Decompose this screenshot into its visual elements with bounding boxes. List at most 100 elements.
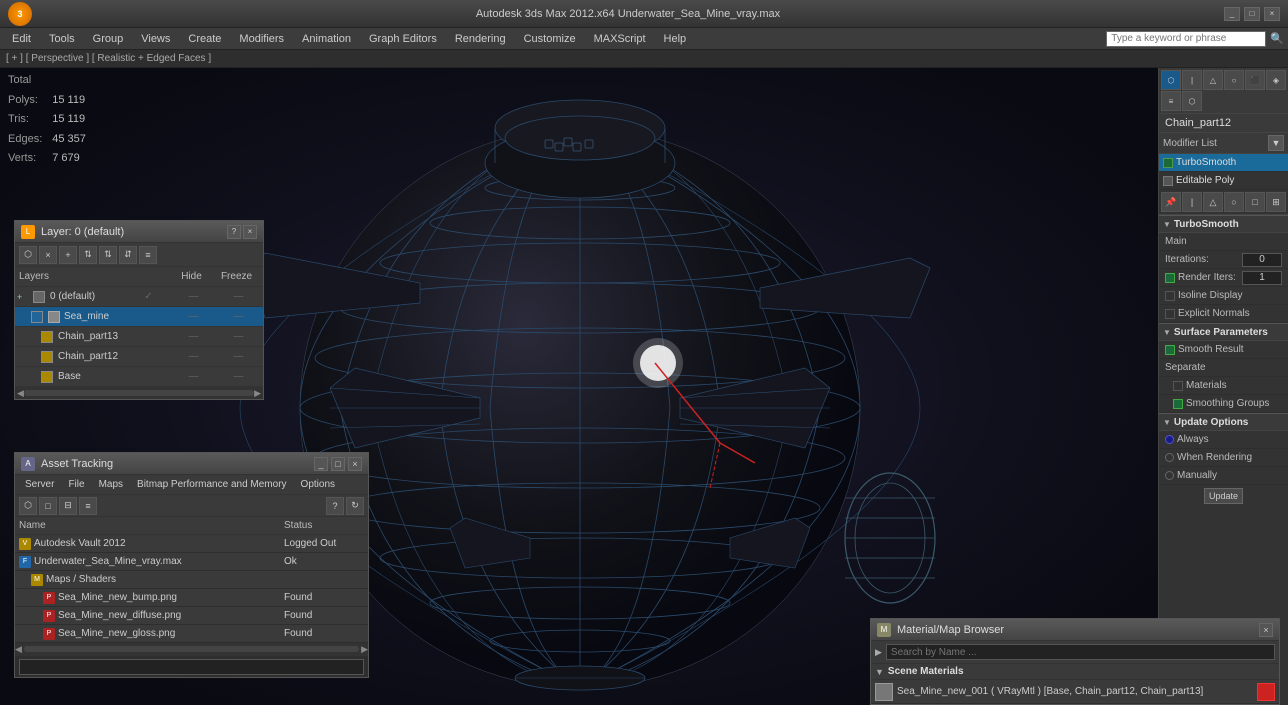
asset-help-btn[interactable]: ? xyxy=(326,497,344,515)
rp-icon-grid[interactable]: ⊞ xyxy=(1266,192,1286,212)
menu-help[interactable]: Help xyxy=(656,31,695,47)
layers-close-btn[interactable]: × xyxy=(243,225,257,239)
search-btn[interactable]: 🔍 xyxy=(1270,32,1284,45)
modifier-list-dropdown[interactable]: ▼ xyxy=(1268,135,1284,151)
rt-btn-4[interactable]: ○ xyxy=(1224,70,1244,90)
mb-search-input[interactable] xyxy=(886,644,1275,660)
menu-edit[interactable]: Edit xyxy=(4,31,39,47)
modifier-row-turbosmooth[interactable]: TurboSmooth xyxy=(1159,154,1288,172)
modifier-row-editable-poly[interactable]: Editable Poly xyxy=(1159,172,1288,190)
asset-scrollbar[interactable]: ◀ ▶ xyxy=(15,643,368,655)
menu-create[interactable]: Create xyxy=(180,31,229,47)
layers-tb-6[interactable]: ⇵ xyxy=(119,246,137,264)
asset-scroll-track[interactable] xyxy=(24,646,359,652)
asset-row-bump[interactable]: P Sea_Mine_new_bump.png Found xyxy=(15,589,368,607)
maximize-btn[interactable]: □ xyxy=(1244,7,1260,21)
rt-btn-3[interactable]: △ xyxy=(1203,70,1223,90)
rp-icon-v[interactable]: | xyxy=(1182,192,1202,212)
asset-tb-1[interactable]: ⬡ xyxy=(19,497,37,515)
asset-menu-maps[interactable]: Maps xyxy=(93,478,129,491)
asset-tb-4[interactable]: ≡ xyxy=(79,497,97,515)
asset-minimize-btn[interactable]: _ xyxy=(314,457,328,471)
asset-maximize-btn[interactable]: □ xyxy=(331,457,345,471)
asset-menu-bitmap[interactable]: Bitmap Performance and Memory xyxy=(131,478,293,491)
rt-btn-6[interactable]: ◈ xyxy=(1266,70,1286,90)
asset-row-gloss[interactable]: P Sea_Mine_new_gloss.png Found xyxy=(15,625,368,643)
layer-row-default[interactable]: + 0 (default) ✓ — — xyxy=(15,287,263,307)
asset-row-file[interactable]: F Underwater_Sea_Mine_vray.max Ok xyxy=(15,553,368,571)
layers-tb-1[interactable]: ⬡ xyxy=(19,246,37,264)
asset-refresh-btn[interactable]: ↻ xyxy=(346,497,364,515)
asset-menu-file[interactable]: File xyxy=(62,478,90,491)
menu-graph-editors[interactable]: Graph Editors xyxy=(361,31,445,47)
when-rendering-radio[interactable] xyxy=(1165,453,1174,462)
layers-scroll-track[interactable] xyxy=(24,390,254,396)
menu-views[interactable]: Views xyxy=(133,31,178,47)
asset-close-btn[interactable]: × xyxy=(348,457,362,471)
asset-menu-options[interactable]: Options xyxy=(295,478,341,491)
always-radio[interactable] xyxy=(1165,435,1174,444)
search-input[interactable] xyxy=(1106,31,1266,47)
rp-icon-square[interactable]: □ xyxy=(1245,192,1265,212)
menu-maxscript[interactable]: MAXScript xyxy=(586,31,654,47)
asset-row-vault[interactable]: V Autodesk Vault 2012 Logged Out xyxy=(15,535,368,553)
asset-path-input[interactable] xyxy=(19,659,364,675)
smooth-result-checkbox[interactable] xyxy=(1165,345,1175,355)
asset-panel: A Asset Tracking _ □ × Server File Maps … xyxy=(14,452,369,678)
layers-scrollbar[interactable]: ◀ ▶ xyxy=(15,387,263,399)
asset-tb-3[interactable]: ⊟ xyxy=(59,497,77,515)
menu-animation[interactable]: Animation xyxy=(294,31,359,47)
surface-params-section-header[interactable]: ▼ Surface Parameters xyxy=(1159,323,1288,341)
asset-tb-2[interactable]: □ xyxy=(39,497,57,515)
update-options-section-header[interactable]: ▼ Update Options xyxy=(1159,413,1288,431)
iterations-input[interactable] xyxy=(1242,253,1282,267)
modifier-checkbox-editable-poly[interactable] xyxy=(1163,176,1173,186)
modifier-checkbox-turbosmooth[interactable] xyxy=(1163,158,1173,168)
asset-row-diffuse[interactable]: P Sea_Mine_new_diffuse.png Found xyxy=(15,607,368,625)
layer-row-base[interactable]: Base — — xyxy=(15,367,263,387)
rt-btn-8[interactable]: ⬡ xyxy=(1182,91,1202,111)
layers-tb-7[interactable]: ≡ xyxy=(139,246,157,264)
mb-material-row-0[interactable]: Sea_Mine_new_001 ( VRayMtl ) [Base, Chai… xyxy=(871,680,1279,704)
rt-btn-2[interactable]: | xyxy=(1182,70,1202,90)
layer-row-sea-mine[interactable]: Sea_mine — — xyxy=(15,307,263,327)
mb-mat-name-0: Sea_Mine_new_001 ( VRayMtl ) [Base, Chai… xyxy=(897,686,1253,697)
right-panel: ⬡ | △ ○ ⬛ ◈ ≡ ⬡ Chain_part12 Modifier Li… xyxy=(1158,68,1288,705)
turbosmooth-section-header[interactable]: ▼ TurboSmooth xyxy=(1159,215,1288,233)
render-iters-checkbox[interactable] xyxy=(1165,273,1175,283)
rp-icon-triangle[interactable]: △ xyxy=(1203,192,1223,212)
menu-rendering[interactable]: Rendering xyxy=(447,31,514,47)
update-btn[interactable]: Update xyxy=(1204,488,1243,504)
menu-group[interactable]: Group xyxy=(85,31,132,47)
layers-tb-5[interactable]: ⇅ xyxy=(99,246,117,264)
layers-tb-plus[interactable]: + xyxy=(59,246,77,264)
modifier-list-header: Modifier List ▼ xyxy=(1159,133,1288,154)
rt-btn-7[interactable]: ≡ xyxy=(1161,91,1181,111)
render-iters-input[interactable] xyxy=(1242,271,1282,285)
asset-menu-server[interactable]: Server xyxy=(19,478,60,491)
explicit-normals-checkbox[interactable] xyxy=(1165,309,1175,319)
menu-customize[interactable]: Customize xyxy=(516,31,584,47)
materials-checkbox[interactable] xyxy=(1173,381,1183,391)
asset-name-file: F Underwater_Sea_Mine_vray.max xyxy=(19,556,284,568)
asset-row-maps[interactable]: M Maps / Shaders xyxy=(15,571,368,589)
mb-scene-materials-header[interactable]: ▼ Scene Materials xyxy=(871,664,1279,680)
close-btn[interactable]: × xyxy=(1264,7,1280,21)
rp-icon-circle[interactable]: ○ xyxy=(1224,192,1244,212)
menu-modifiers[interactable]: Modifiers xyxy=(231,31,292,47)
isoline-checkbox[interactable] xyxy=(1165,291,1175,301)
rp-icon-pin[interactable]: 📌 xyxy=(1161,192,1181,212)
minimize-btn[interactable]: _ xyxy=(1224,7,1240,21)
layer-freeze-base: — xyxy=(216,371,261,382)
layers-tb-4[interactable]: ⇅ xyxy=(79,246,97,264)
smoothing-groups-checkbox[interactable] xyxy=(1173,399,1183,409)
layers-tb-x[interactable]: × xyxy=(39,246,57,264)
material-browser-close-btn[interactable]: × xyxy=(1259,623,1273,637)
layers-help-btn[interactable]: ? xyxy=(227,225,241,239)
manually-radio[interactable] xyxy=(1165,471,1174,480)
rt-btn-1[interactable]: ⬡ xyxy=(1161,70,1181,90)
layer-row-chain12[interactable]: Chain_part12 — — xyxy=(15,347,263,367)
menu-tools[interactable]: Tools xyxy=(41,31,83,47)
layer-row-chain13[interactable]: Chain_part13 — — xyxy=(15,327,263,347)
rt-btn-5[interactable]: ⬛ xyxy=(1245,70,1265,90)
